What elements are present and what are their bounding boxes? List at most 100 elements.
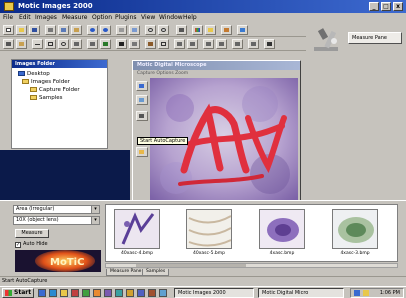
- measure-type-select[interactable]: Area (Irregular) ▾: [13, 205, 100, 214]
- scrollbar-thumb[interactable]: [136, 264, 246, 267]
- tree-item-desktop[interactable]: Desktop: [18, 70, 50, 78]
- menu-view[interactable]: View: [141, 14, 155, 22]
- app-shortcut-icon[interactable]: [115, 289, 123, 297]
- rect-tool[interactable]: [45, 39, 56, 49]
- line-tool[interactable]: [32, 39, 43, 49]
- tool-d[interactable]: [216, 39, 227, 49]
- autohide-checkbox[interactable]: ✓: [15, 242, 21, 248]
- pencil-tool[interactable]: [100, 39, 111, 49]
- hand-tool[interactable]: [16, 39, 27, 49]
- count-tool[interactable]: [129, 39, 140, 49]
- menu-window[interactable]: Window: [159, 14, 183, 22]
- minimize-button[interactable]: _: [369, 2, 379, 11]
- microscope-window-title[interactable]: Motic Digital Microscope: [133, 61, 300, 70]
- tool-b[interactable]: [187, 39, 198, 49]
- image-button[interactable]: [205, 25, 216, 35]
- app-shortcut-icon[interactable]: [93, 289, 101, 297]
- tab-measure-pane[interactable]: Measure Pane: [106, 269, 146, 276]
- microscope-icon: [314, 28, 338, 51]
- menu-option[interactable]: Option: [92, 14, 112, 22]
- tab-samples[interactable]: Samples: [142, 269, 170, 276]
- task-motic-images[interactable]: Motic Images 2000: [174, 288, 254, 298]
- folder-icon[interactable]: [60, 289, 68, 297]
- measure-button[interactable]: Measure: [15, 229, 49, 238]
- close-button[interactable]: x: [393, 2, 403, 11]
- menu-plugins[interactable]: Plugins: [115, 14, 137, 22]
- save-button[interactable]: [29, 25, 40, 35]
- thumbnail-1[interactable]: [114, 209, 160, 249]
- tool-a[interactable]: [174, 39, 185, 49]
- ruler-icon: [148, 42, 153, 46]
- info-button[interactable]: [237, 25, 248, 35]
- desktop-shortcut-icon[interactable]: [38, 289, 46, 297]
- autohide-toggle[interactable]: ✓ Auto Hide: [15, 241, 48, 248]
- thumbnail-4[interactable]: [332, 209, 378, 249]
- grid-tool[interactable]: [158, 39, 169, 49]
- zoom-in-button[interactable]: [145, 25, 156, 35]
- capture-tool-button[interactable]: [136, 81, 148, 91]
- app-shortcut-icon[interactable]: [148, 289, 156, 297]
- app-shortcut-icon[interactable]: [71, 289, 79, 297]
- app-icon: [4, 2, 14, 11]
- thumbnail-3[interactable]: [259, 209, 305, 249]
- tree-item-samples[interactable]: Samples: [30, 94, 63, 102]
- folders-panel: Images Folder Desktop Images Folder Capt…: [11, 59, 108, 149]
- menu-file[interactable]: File: [3, 14, 13, 22]
- measure-pane-button[interactable]: Measure Pane: [348, 32, 402, 44]
- clock: 1:06 PM: [379, 290, 400, 296]
- capture-button[interactable]: [176, 25, 187, 35]
- zoom-out-button[interactable]: [158, 25, 169, 35]
- angle-tool[interactable]: [87, 39, 98, 49]
- network-icon[interactable]: [354, 290, 360, 296]
- pointer-dropdown[interactable]: [264, 39, 275, 49]
- color-button[interactable]: [192, 25, 203, 35]
- thumbnail-scrollbar[interactable]: [105, 263, 398, 268]
- info-icon: [240, 28, 245, 32]
- tool-e[interactable]: [232, 39, 243, 49]
- app-shortcut-icon[interactable]: [104, 289, 112, 297]
- text-tool[interactable]: [116, 39, 127, 49]
- objective-select[interactable]: 10X (object lens) ▾: [13, 216, 100, 225]
- ellipse-tool[interactable]: [58, 39, 69, 49]
- tree-item-images-folder[interactable]: Images Folder: [22, 78, 70, 86]
- undo-icon: [90, 28, 95, 32]
- copy-button[interactable]: [58, 25, 69, 35]
- app-shortcut-icon[interactable]: [159, 289, 167, 297]
- calibrate-tool[interactable]: [145, 39, 156, 49]
- gallery-button[interactable]: [221, 25, 232, 35]
- preview-tool-button[interactable]: [136, 95, 148, 105]
- undo-button[interactable]: [87, 25, 98, 35]
- polygon-tool[interactable]: [71, 39, 82, 49]
- browser-icon[interactable]: [49, 289, 57, 297]
- select-tool[interactable]: [3, 39, 14, 49]
- app-shortcut-icon[interactable]: [126, 289, 134, 297]
- thumbnail-2-label: 40xasc-5.bmp: [193, 251, 225, 256]
- thumbnail-2[interactable]: [186, 209, 232, 249]
- menu-measure[interactable]: Measure: [62, 14, 88, 22]
- app-shortcut-icon[interactable]: [137, 289, 145, 297]
- tool-c[interactable]: [203, 39, 214, 49]
- cut-button[interactable]: [45, 25, 56, 35]
- start-button[interactable]: Start: [2, 288, 34, 298]
- tool-f[interactable]: [248, 39, 259, 49]
- task-microscope[interactable]: Motic Digital Micro: [258, 288, 344, 298]
- settings-tool-button[interactable]: [136, 147, 148, 157]
- tree-item-capture-folder[interactable]: Capture Folder: [30, 86, 80, 94]
- microscope-window-menu[interactable]: Capture Options Zoom: [133, 70, 300, 77]
- camera-icon: [179, 28, 184, 32]
- maximize-button[interactable]: □: [381, 2, 391, 11]
- menu-images[interactable]: Images: [35, 14, 57, 22]
- menu-help[interactable]: Help: [183, 14, 197, 22]
- paste-button[interactable]: [71, 25, 82, 35]
- autocapture-button[interactable]: [136, 111, 148, 121]
- open-button[interactable]: [16, 25, 27, 35]
- redo-button[interactable]: [100, 25, 111, 35]
- preview-button[interactable]: [129, 25, 140, 35]
- new-button[interactable]: [3, 25, 14, 35]
- hand-icon: [19, 42, 24, 46]
- volume-icon[interactable]: [363, 290, 369, 296]
- app-shortcut-icon[interactable]: [82, 289, 90, 297]
- app-title-bar[interactable]: Motic Images 2000 _ □ x: [0, 0, 406, 13]
- print-button[interactable]: [116, 25, 127, 35]
- menu-edit[interactable]: Edit: [19, 14, 31, 22]
